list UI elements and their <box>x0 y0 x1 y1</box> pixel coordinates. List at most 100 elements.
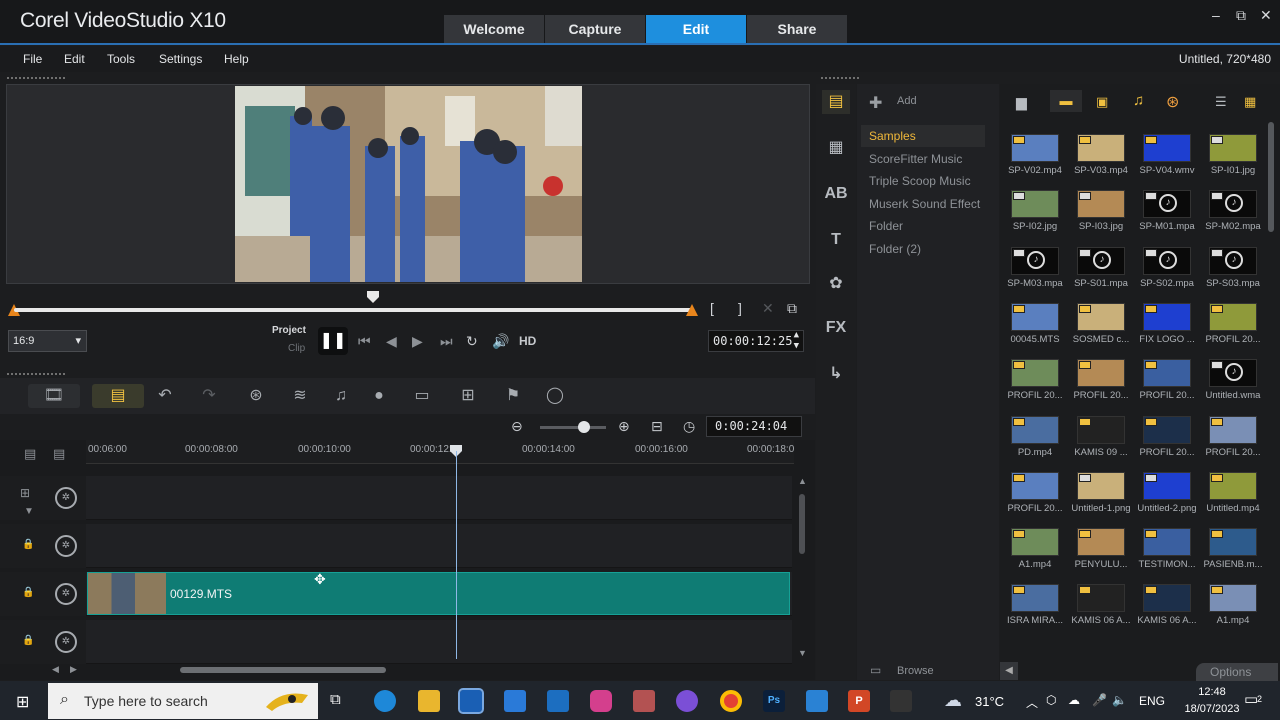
storyboard-view-icon[interactable]: 🎞 <box>28 384 80 408</box>
folder-icon[interactable]: ▆ <box>1016 94 1027 111</box>
chevron-left-icon[interactable]: ◀ <box>1000 662 1018 680</box>
media-thumbnail[interactable] <box>1077 190 1125 218</box>
task-view-icon[interactable]: ⧉ <box>330 691 341 708</box>
media-thumbnail[interactable] <box>1143 134 1191 162</box>
project-mode-label[interactable]: Project <box>272 325 306 336</box>
online-content-icon[interactable]: ⊛ <box>1166 92 1179 112</box>
lock-icon[interactable]: 🔒 <box>22 635 34 646</box>
overlay-track-icon[interactable]: ✲ <box>55 583 77 605</box>
chevron-up-icon[interactable]: ︿ <box>1026 694 1038 711</box>
fit-project-icon[interactable]: ⊟ <box>651 418 663 435</box>
media-thumbnail[interactable] <box>1011 190 1059 218</box>
media-library-icon[interactable]: ▤ <box>822 90 850 114</box>
onedrive-icon[interactable]: ⬡ <box>1046 693 1056 707</box>
clip-mode-label[interactable]: Clip <box>288 343 305 354</box>
lock-icon[interactable]: 🔒 <box>22 539 34 550</box>
media-thumbnail[interactable] <box>1077 584 1125 612</box>
media-thumbnail[interactable] <box>1143 528 1191 556</box>
media-thumbnail[interactable] <box>1077 303 1125 331</box>
media-thumbnail[interactable] <box>1209 134 1257 162</box>
timecode-spinner-icon[interactable]: ▲ ▼ <box>794 330 799 352</box>
recorder-icon[interactable] <box>890 690 912 712</box>
volume-icon[interactable]: 🔊 <box>492 333 509 350</box>
next-frame-icon[interactable]: ▶ <box>412 333 423 350</box>
sound-mixer-icon[interactable]: ≋ <box>287 384 313 408</box>
hd-toggle[interactable]: HD <box>519 334 536 348</box>
menu-file[interactable]: File <box>23 52 42 66</box>
chevron-down-icon[interactable]: ▼ <box>798 648 807 658</box>
media-thumbnail[interactable] <box>1011 303 1059 331</box>
redo-icon[interactable]: ↷ <box>196 384 222 408</box>
maximize-button[interactable]: ⧉ <box>1236 7 1246 24</box>
folder-muserk-sound-effect[interactable]: Muserk Sound Effect <box>869 197 980 211</box>
language-indicator[interactable]: ENG <box>1139 694 1165 708</box>
folder-folder-2[interactable]: Folder (2) <box>869 242 921 256</box>
transition-icon[interactable]: AB <box>822 182 850 206</box>
edge-icon[interactable] <box>374 690 396 712</box>
show-audio-icon[interactable]: ♫ <box>1133 92 1144 109</box>
options-button[interactable]: Options <box>1196 663 1278 681</box>
thumbnail-view-icon[interactable]: ▦ <box>1244 94 1256 110</box>
media-thumbnail[interactable]: ♪ <box>1209 359 1257 387</box>
media-thumbnail[interactable] <box>1143 584 1191 612</box>
windows-start-icon[interactable]: ⊞ <box>16 692 29 712</box>
track-manager-icon[interactable]: ▤ <box>24 446 36 462</box>
filter-fx-icon[interactable]: FX <box>822 316 850 340</box>
zoom-out-icon[interactable]: ⊖ <box>511 418 523 435</box>
file-explorer-icon[interactable] <box>418 690 440 712</box>
powerpoint-icon[interactable]: P <box>848 690 870 712</box>
media-thumbnail[interactable] <box>1209 584 1257 612</box>
media-thumbnail[interactable] <box>1011 584 1059 612</box>
media-thumbnail[interactable] <box>1011 134 1059 162</box>
zoom-slider[interactable] <box>540 426 606 429</box>
menu-edit[interactable]: Edit <box>64 52 85 66</box>
chevron-up-icon[interactable]: ▲ <box>798 476 807 486</box>
media-thumbnail[interactable]: ♪ <box>1209 247 1257 275</box>
overlay-track-icon[interactable]: ✲ <box>55 631 77 653</box>
home-icon[interactable]: ⏮ <box>358 333 371 350</box>
library-grip[interactable] <box>820 76 860 80</box>
media-thumbnail[interactable] <box>1209 303 1257 331</box>
video-track-icon[interactable]: ✲ <box>55 487 77 509</box>
videostudio-taskbar-icon[interactable] <box>458 688 484 714</box>
folder-triple-scoop-music[interactable]: Triple Scoop Music <box>869 174 971 188</box>
mark-in-button[interactable]: [ <box>710 300 714 316</box>
menu-help[interactable]: Help <box>224 52 249 66</box>
show-video-icon[interactable]: ▬ <box>1050 90 1082 112</box>
media-thumbnail[interactable]: ♪ <box>1143 247 1191 275</box>
media-thumbnail[interactable] <box>1209 472 1257 500</box>
chapter-point-icon[interactable]: ▤ <box>53 446 65 462</box>
media-thumbnail[interactable] <box>1143 416 1191 444</box>
scrollbar-thumb[interactable] <box>799 494 805 554</box>
media-scrollbar[interactable] <box>1268 122 1274 232</box>
record-capture-icon[interactable]: ⊛ <box>243 384 269 408</box>
timeline-view-icon[interactable]: ▤ <box>92 384 144 408</box>
media-thumbnail[interactable] <box>1077 528 1125 556</box>
folder-scorefitter-music[interactable]: ScoreFitter Music <box>869 152 962 166</box>
media-thumbnail[interactable]: ♪ <box>1143 190 1191 218</box>
timecode-display[interactable]: 00:00:12:25 ▲ ▼ <box>708 330 804 352</box>
scrub-bar[interactable] <box>14 308 692 312</box>
cloud-icon[interactable]: ☁ <box>1068 693 1080 707</box>
mail-icon[interactable] <box>547 690 569 712</box>
folder-samples[interactable]: Samples <box>869 129 916 143</box>
microphone-icon[interactable]: 🎤 <box>1092 693 1107 707</box>
speaker-icon[interactable]: 🔈 <box>1112 693 1127 707</box>
chevron-down-icon[interactable]: ▼ <box>24 506 34 517</box>
media-thumbnail[interactable] <box>1209 528 1257 556</box>
undo-icon[interactable]: ↶ <box>152 384 178 408</box>
timeline-grip[interactable] <box>6 372 66 376</box>
media-thumbnail[interactable] <box>1011 359 1059 387</box>
path-icon[interactable]: ↳ <box>822 362 850 386</box>
store-icon[interactable] <box>504 690 526 712</box>
menu-tools[interactable]: Tools <box>107 52 135 66</box>
list-view-icon[interactable]: ☰ <box>1215 94 1227 110</box>
show-photo-icon[interactable]: ▣ <box>1096 94 1108 110</box>
instagram-icon[interactable] <box>590 690 612 712</box>
media-thumbnail[interactable] <box>1143 472 1191 500</box>
auto-music-icon[interactable]: ♫ <box>328 384 354 408</box>
scrubber-handle[interactable] <box>367 291 380 303</box>
media-thumbnail[interactable] <box>1077 472 1125 500</box>
overlay-track-icon[interactable]: ✲ <box>55 535 77 557</box>
graphic-icon[interactable]: ✿ <box>822 272 850 296</box>
